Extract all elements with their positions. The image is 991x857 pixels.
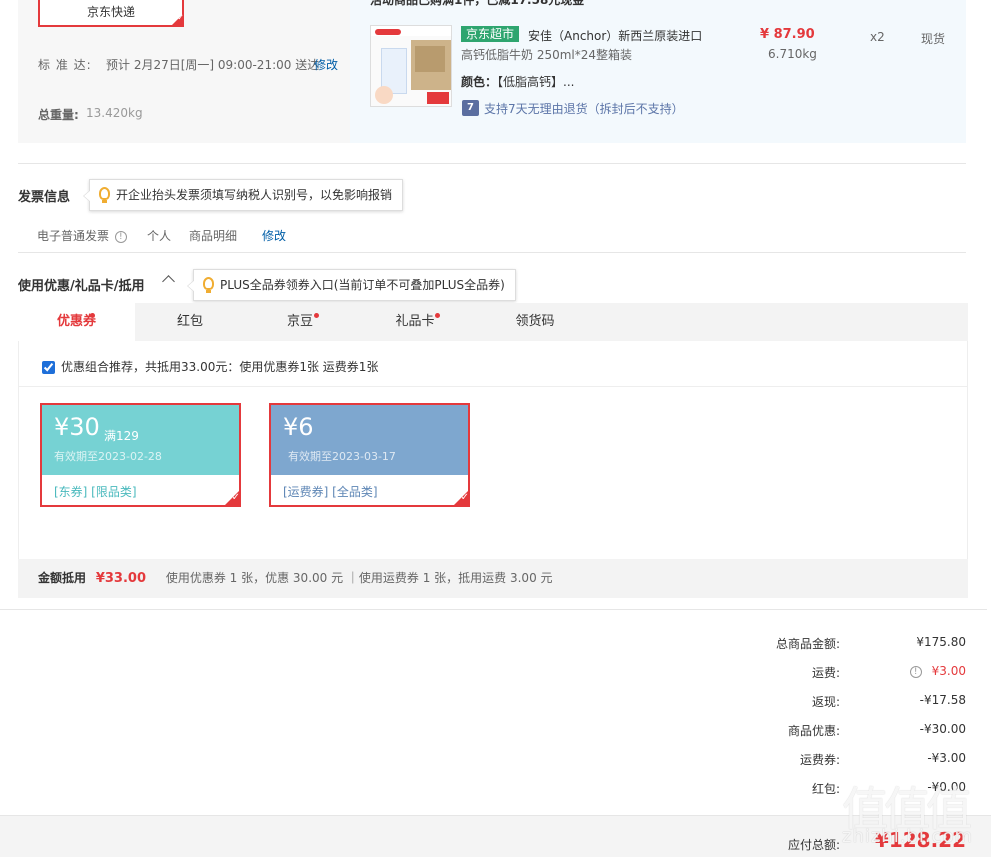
product-subtitle-link[interactable]: 高钙低脂牛奶 250ml*24整箱装 [461, 46, 632, 63]
product-image[interactable] [370, 25, 452, 107]
total-row-label: 红包: [811, 782, 840, 796]
combo-text: 优惠组合推荐，共抵用33.00元：使用优惠券1张 运费券1张 [61, 360, 379, 374]
coupon-tags: [运费券] [全品类] [283, 485, 378, 499]
divider [18, 252, 966, 253]
return-policy-icon: 7 [462, 100, 479, 116]
summary-detail: 使用优惠券 1 张，优惠 30.00 元 ｜使用运费券 1 张，抵用运费 3.0… [165, 571, 553, 585]
total-row-value: -¥3.00 [927, 751, 966, 765]
invoice-type: 电子普通发票 ! [37, 227, 127, 244]
total-row-value: ¥175.80 [916, 635, 966, 649]
delivery-label: 标 准 达: [38, 58, 92, 72]
invoice-content: 商品明细 [189, 229, 238, 243]
product-quantity: x2 [870, 30, 885, 44]
return-policy-text: 支持7天无理由退货（拆封后不支持） [484, 102, 684, 116]
product-price: ¥ 87.90 [760, 27, 815, 42]
delivery-edit-link[interactable]: 修改 [314, 56, 338, 73]
selected-check-icon [452, 489, 470, 507]
product-stock: 现货 [921, 32, 946, 46]
info-icon[interactable]: ! [114, 230, 127, 243]
promo-text: 活动商品已购满1件，已减17.58元现金 [370, 0, 585, 7]
total-weight-label: 总重量: [38, 108, 79, 122]
tab-label: 礼品卡 [395, 314, 435, 329]
tab-red-packet[interactable]: 红包 [135, 303, 245, 341]
lightbulb-icon [99, 187, 110, 203]
combo-checkbox[interactable] [42, 361, 55, 374]
tab-jd-beans[interactable]: 京豆 [245, 303, 355, 341]
tab-gift-card[interactable]: 礼品卡 [355, 303, 475, 341]
coupon-validity: 有效期至2023-03-17 [288, 450, 396, 463]
tip-arrow-icon [187, 280, 195, 292]
total-row-value: ! ¥3.00 [908, 664, 966, 678]
watermark-text: zhizhi.bi.com [842, 826, 974, 847]
delivery-time: 预计 2月27日[周一] 09:00-21:00 送达 [106, 58, 320, 72]
product-title-link[interactable]: 安佳（Anchor）新西兰原装进口 [528, 27, 702, 44]
total-row-label: 运费: [811, 666, 840, 680]
tip-arrow-icon [83, 190, 91, 202]
coupon-summary-bar: 金额抵用 ¥33.00 使用优惠券 1 张，优惠 30.00 元 ｜使用运费券 … [18, 559, 968, 598]
combo-recommend[interactable]: 优惠组合推荐，共抵用33.00元：使用优惠券1张 运费券1张 [42, 358, 378, 375]
info-icon[interactable]: ! [909, 665, 922, 678]
invoice-edit-link[interactable]: 修改 [262, 227, 286, 244]
new-dot-icon [314, 313, 319, 318]
coupon-amount: ¥6 [283, 413, 314, 441]
coupon-condition: 满129 [104, 429, 139, 443]
payable-label: 应付总额: [787, 838, 840, 852]
divider [18, 163, 966, 164]
express-label: 京东快递 [86, 5, 135, 19]
selected-check-icon [223, 489, 241, 507]
total-row-label: 运费券: [799, 753, 840, 767]
tab-coupons[interactable]: 优惠券 [18, 303, 135, 341]
total-row-amount: -¥30.00 [919, 722, 966, 736]
product-color-label: 颜色： [461, 75, 498, 89]
total-weight-value: 13.420kg [86, 106, 143, 120]
summary-amount: ¥33.00 [95, 571, 147, 586]
total-row-amount: -¥17.58 [919, 693, 966, 707]
coupon-validity: 有效期至2023-02-28 [54, 450, 162, 463]
chevron-up-icon[interactable] [162, 275, 175, 288]
divider [18, 386, 968, 387]
total-row-amount: ¥3.00 [931, 664, 966, 678]
total-row-amount: -¥3.00 [927, 751, 966, 765]
plus-coupon-tip-text: PLUS全品券领券入口(当前订单不可叠加PLUS全品券) [220, 278, 505, 292]
coupon-amount: ¥30 [54, 413, 100, 441]
product-weight: 6.710kg [768, 47, 817, 61]
new-dot-icon [90, 313, 95, 318]
total-row-label: 总商品金额: [775, 637, 840, 651]
tab-label: 红包 [176, 314, 203, 329]
invoice-title: 发票信息 [18, 190, 71, 205]
selected-check-icon [170, 13, 184, 27]
plus-coupon-tip[interactable]: PLUS全品券领券入口(当前订单不可叠加PLUS全品券) [187, 269, 516, 301]
total-row-value: -¥17.58 [920, 693, 966, 707]
new-dot-icon [435, 313, 440, 318]
invoice-tip: 开企业抬头发票须填写纳税人识别号，以免影响报销 [83, 179, 404, 211]
invoice-person: 个人 [147, 229, 172, 243]
product-color: 颜色：【低脂高钙】... [461, 73, 574, 90]
tab-label: 领货码 [515, 314, 555, 329]
coupon-tags: [东券] [限品类] [54, 485, 137, 499]
coupon-card[interactable]: ¥30 满129 有效期至2023-02-28 [东券] [限品类] [40, 403, 241, 507]
total-row-label: 商品优惠: [787, 724, 840, 738]
lightbulb-icon [203, 277, 214, 293]
invoice-tip-text: 开企业抬头发票须填写纳税人识别号，以免影响报销 [116, 188, 393, 202]
invoice-type-text: 电子普通发票 [37, 229, 110, 243]
tab-redeem-code[interactable]: 领货码 [475, 303, 595, 341]
total-row-amount: ¥175.80 [916, 635, 966, 649]
divider [0, 609, 987, 610]
coupon-card[interactable]: ¥6 有效期至2023-03-17 [运费券] [全品类] [269, 403, 470, 507]
total-row-label: 返现: [811, 695, 840, 709]
store-badge: 京东超市 [461, 26, 520, 42]
coupon-section-title[interactable]: 使用优惠/礼品卡/抵用 [18, 275, 145, 294]
total-row-value: -¥30.00 [920, 722, 966, 736]
summary-label: 金额抵用 [38, 571, 87, 585]
product-color-value: 【低脂高钙】... [497, 75, 575, 89]
tab-label: 京豆 [286, 314, 313, 329]
express-option-button[interactable]: 京东快递 [38, 0, 184, 27]
